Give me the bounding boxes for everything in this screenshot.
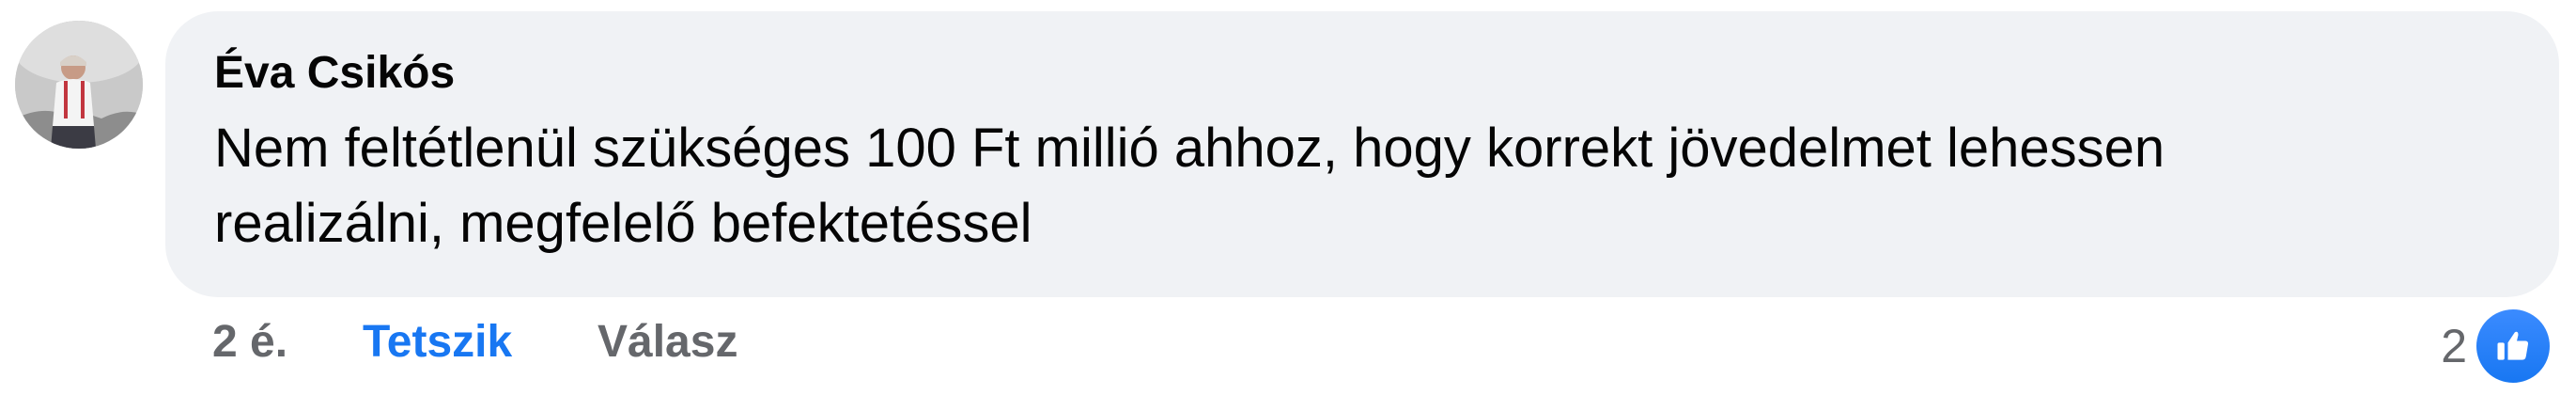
thumbs-up-icon	[2473, 306, 2553, 387]
reaction-summary[interactable]: 2	[2441, 306, 2553, 387]
author-avatar[interactable]	[15, 21, 143, 149]
like-button[interactable]: Tetszik	[363, 316, 512, 368]
comment-text: Nem feltétlenül szükséges 100 Ft millió …	[214, 111, 2525, 261]
comment-timestamp[interactable]: 2 é.	[212, 316, 287, 368]
comment-text-line: realizálni, megfelelő befektetéssel	[214, 193, 1032, 254]
reaction-count: 2	[2441, 320, 2467, 372]
avatar-photo	[15, 21, 143, 149]
comment-bubble: Éva Csikós Nem feltétlenül szükséges 100…	[165, 11, 2559, 297]
reply-button[interactable]: Válasz	[597, 316, 737, 368]
comment-text-line: Nem feltétlenül szükséges 100 Ft millió …	[214, 118, 2165, 179]
comment-author-name[interactable]: Éva Csikós	[214, 47, 455, 99]
